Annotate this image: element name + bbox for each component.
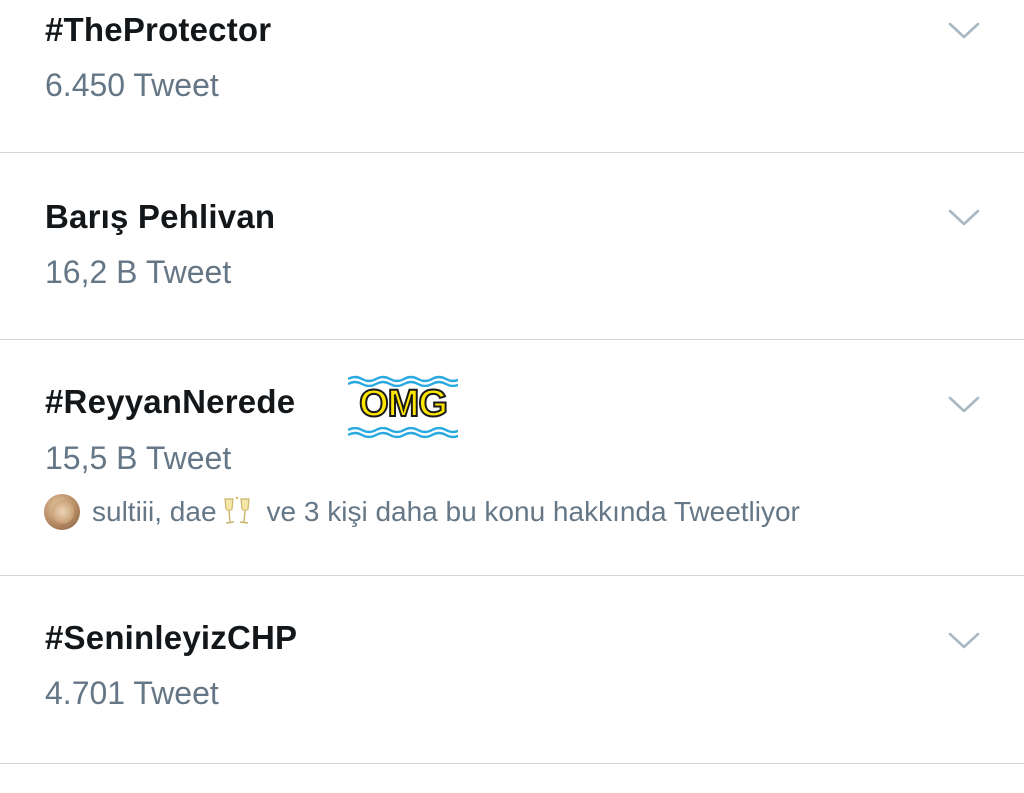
trend-item[interactable]: #ReyyanNerede OMG 15,5 B Tweet sultiii, … (0, 340, 1024, 576)
trend-name: #SeninleyizCHP (45, 619, 298, 656)
wave-decoration (348, 427, 458, 439)
social-context-text: ve 3 kişi daha bu konu hakkında Tweetliy… (266, 496, 800, 527)
trend-tweet-count: 15,5 B Tweet (45, 440, 232, 476)
trend-name: Barış Pehlivan (45, 198, 276, 235)
clinking-glasses-icon (223, 496, 250, 524)
social-context: sultiii, dae ve 3 kişi daha bu konu hakk… (44, 493, 800, 531)
trend-item[interactable]: #SeninleyizCHP 4.701 Tweet (0, 576, 1024, 764)
trend-name: #TheProtector (45, 11, 272, 48)
social-users: sultiii, dae (92, 496, 217, 527)
trend-tweet-count: 16,2 B Tweet (45, 254, 232, 290)
trend-name: #ReyyanNerede (45, 383, 296, 420)
trend-item[interactable]: Barış Pehlivan 16,2 B Tweet (0, 153, 1024, 340)
trend-tweet-count: 4.701 Tweet (45, 675, 219, 711)
trend-item[interactable]: #TheProtector 6.450 Tweet (0, 0, 1024, 153)
chevron-down-icon[interactable] (947, 18, 981, 42)
chevron-down-icon[interactable] (947, 628, 981, 652)
chevron-down-icon[interactable] (947, 392, 981, 416)
omg-badge-text: OMG (358, 382, 449, 426)
chevron-down-icon[interactable] (947, 205, 981, 229)
trends-list: #TheProtector 6.450 Tweet Barış Pehlivan… (0, 0, 1024, 793)
avatar (44, 494, 80, 530)
trend-tweet-count: 6.450 Tweet (45, 67, 219, 103)
omg-sticker: OMG (348, 375, 458, 439)
